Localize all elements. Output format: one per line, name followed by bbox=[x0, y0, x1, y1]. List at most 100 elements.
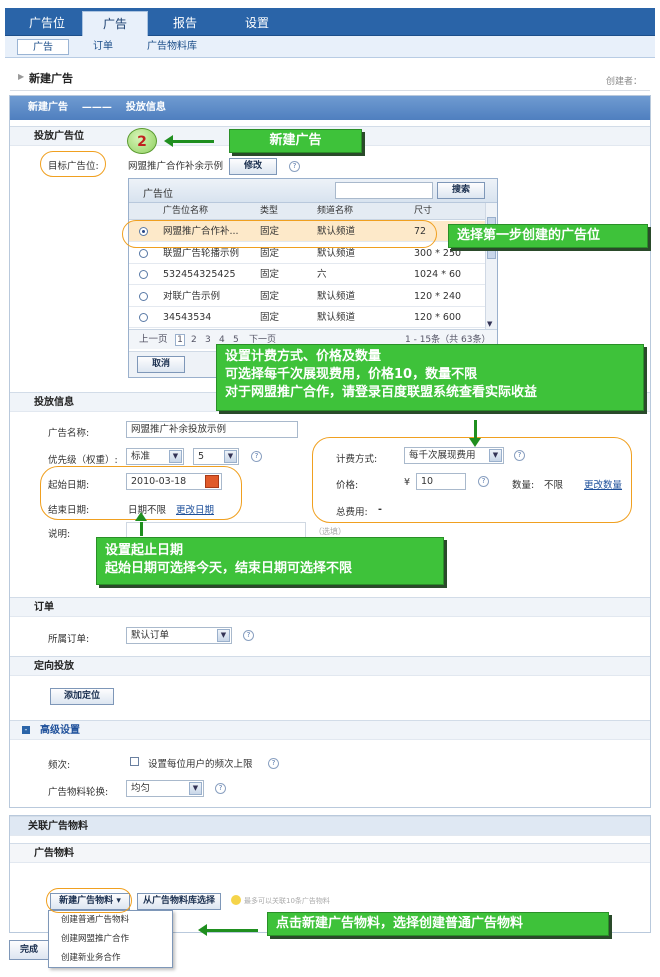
weight-select[interactable]: 5 ▼ bbox=[193, 448, 239, 465]
order-value: 默认订单 bbox=[131, 630, 170, 641]
row-radio[interactable] bbox=[139, 270, 148, 279]
menu-item-new-business[interactable]: 创建新业务合作 bbox=[49, 949, 172, 968]
grid-header: 广告位 搜索 bbox=[129, 179, 497, 203]
page-title: 新建广告 bbox=[29, 72, 73, 85]
row-radio[interactable] bbox=[139, 291, 148, 301]
modify-button[interactable]: 修改 bbox=[229, 158, 277, 175]
library-select-button[interactable]: 从广告物料库选择 bbox=[137, 893, 221, 910]
note-hint: （选填） bbox=[314, 527, 346, 536]
cell-name: 34543534 bbox=[163, 312, 212, 323]
cell-channel: 默认频道 bbox=[317, 290, 356, 302]
help-icon[interactable]: ? bbox=[268, 758, 279, 769]
callout-dates-line2: 起始日期可选择今天，结束日期可选择不限 bbox=[105, 561, 353, 576]
arrow-left-icon bbox=[164, 135, 214, 147]
sub-nav: 广告 订单 广告物料库 bbox=[5, 36, 655, 58]
collapse-icon[interactable]: - bbox=[22, 726, 30, 734]
rotation-value: 均匀 bbox=[131, 783, 151, 794]
grid-cancel-button[interactable]: 取消 bbox=[137, 356, 185, 373]
callout-material: 点击新建广告物料，选择创建普通广告物料 bbox=[267, 912, 609, 936]
pager-page-1[interactable]: 1 bbox=[175, 334, 185, 346]
note-label: 说明: bbox=[48, 529, 71, 540]
chevron-down-icon: ▼ bbox=[217, 629, 230, 642]
callout-pricing-line1: 设置计费方式、价格及数量 bbox=[225, 349, 382, 364]
arrow-up-icon bbox=[140, 522, 143, 536]
cell-channel: 六 bbox=[317, 269, 327, 280]
callout-dates-line1: 设置起止日期 bbox=[105, 543, 184, 558]
subnav-ads[interactable]: 广告 bbox=[17, 39, 69, 55]
cell-name: 对联广告示例 bbox=[163, 290, 221, 302]
title-divider bbox=[10, 90, 650, 91]
section-order: 订单 bbox=[10, 597, 650, 617]
section-material: 广告物料 bbox=[10, 843, 650, 863]
top-nav: 广告位 广告 报告 设置 bbox=[5, 8, 655, 36]
cell-size: 120 * 240 bbox=[414, 290, 462, 302]
pager-page-2[interactable]: 2 bbox=[191, 330, 197, 350]
arrow-up-head-icon bbox=[135, 512, 147, 521]
col-name: 广告位名称 bbox=[163, 206, 209, 216]
subnav-material-library[interactable]: 广告物料库 bbox=[137, 39, 207, 55]
arrow-left-icon bbox=[198, 924, 258, 936]
section-targeting: 定向投放 bbox=[10, 656, 650, 676]
chevron-down-icon: ▼ bbox=[224, 450, 237, 463]
callout-pricing-line2: 可选择每千次展现费用，价格10，数量不限 bbox=[225, 367, 478, 382]
annotation-oval bbox=[40, 151, 106, 177]
grid-scrollbar[interactable]: ▼ bbox=[485, 203, 497, 329]
table-row[interactable]: 532454325425 固定 六 1024 * 60 bbox=[129, 264, 485, 285]
step-bar: 新建广告 ——— 投放信息 bbox=[10, 96, 650, 120]
help-icon[interactable]: ? bbox=[289, 161, 300, 172]
pager-page-3[interactable]: 3 bbox=[205, 330, 211, 350]
annotation-oval bbox=[122, 220, 437, 248]
cell-channel: 默认频道 bbox=[317, 312, 356, 323]
grid-column-header: 广告位名称 类型 频道名称 尺寸 bbox=[129, 203, 485, 220]
priority-value: 标准 bbox=[131, 451, 151, 462]
priority-label: 优先级（权重）: bbox=[48, 455, 118, 466]
tab-placements[interactable]: 广告位 bbox=[17, 11, 77, 36]
help-icon[interactable]: ? bbox=[243, 630, 254, 641]
annotation-oval bbox=[46, 888, 132, 913]
rotation-select[interactable]: 均匀 ▼ bbox=[126, 780, 204, 797]
ad-name-label: 广告名称: bbox=[48, 428, 90, 439]
help-icon[interactable]: ? bbox=[251, 451, 262, 462]
cell-type: 固定 bbox=[260, 269, 280, 280]
col-channel: 频道名称 bbox=[317, 206, 354, 216]
ad-name-input[interactable]: 网盟推广补余投放示例 bbox=[126, 421, 298, 438]
pager-prev[interactable]: 上一页 bbox=[139, 330, 168, 350]
callout-pricing-line3: 对于网盟推广合作，请登录百度联盟系统查看实际收益 bbox=[225, 385, 538, 400]
add-targeting-button[interactable]: 添加定位 bbox=[50, 688, 114, 705]
material-bar: 关联广告物料 bbox=[10, 816, 650, 836]
annotation-oval bbox=[312, 437, 632, 523]
tab-reports[interactable]: 报告 bbox=[155, 11, 215, 36]
arrow-down-head-icon bbox=[469, 438, 481, 447]
weight-value: 5 bbox=[198, 451, 205, 462]
row-radio[interactable] bbox=[139, 313, 148, 322]
grid-search-button[interactable]: 搜索 bbox=[437, 182, 485, 199]
finish-button[interactable]: 完成 bbox=[9, 940, 49, 960]
subnav-orders[interactable]: 订单 bbox=[83, 39, 123, 55]
tab-ads[interactable]: 广告 bbox=[82, 11, 148, 36]
frequency-checkbox[interactable] bbox=[130, 757, 139, 766]
callout-new-ad: 新建广告 bbox=[229, 129, 362, 153]
col-size: 尺寸 bbox=[414, 206, 433, 216]
table-row[interactable]: 对联广告示例 固定 默认频道 120 * 240 bbox=[129, 286, 485, 307]
order-label: 所属订单: bbox=[48, 634, 90, 645]
scroll-down-icon[interactable]: ▼ bbox=[487, 320, 492, 328]
priority-select[interactable]: 标准 ▼ bbox=[126, 448, 184, 465]
col-type: 类型 bbox=[260, 206, 279, 216]
tab-settings[interactable]: 设置 bbox=[227, 11, 287, 36]
material-limit-hint: 最多可以关联10条广告物料 bbox=[244, 897, 330, 905]
menu-item-normal-material[interactable]: 创建普通广告物料 bbox=[49, 911, 172, 930]
frequency-checkbox-label: 设置每位用户的频次上限 bbox=[148, 759, 253, 770]
row-radio[interactable] bbox=[139, 248, 148, 258]
menu-item-union-material[interactable]: 创建网盟推广合作 bbox=[49, 930, 172, 949]
new-material-dropdown: 创建普通广告物料 创建网盟推广合作 创建新业务合作 bbox=[48, 910, 173, 968]
help-icon[interactable]: ? bbox=[215, 783, 226, 794]
cell-type: 固定 bbox=[260, 290, 280, 302]
callout-pricing: 设置计费方式、价格及数量 可选择每千次展现费用，价格10，数量不限 对于网盟推广… bbox=[216, 344, 644, 411]
table-row[interactable]: 34543534 固定 默认频道 120 * 600 bbox=[129, 307, 485, 328]
cell-type: 固定 bbox=[260, 312, 280, 323]
creator-label: 创建者： bbox=[605, 77, 642, 87]
section-advanced[interactable]: 高级设置 bbox=[10, 720, 650, 740]
order-select[interactable]: 默认订单 ▼ bbox=[126, 627, 232, 644]
title-arrow-icon: ▶ bbox=[18, 72, 25, 81]
grid-search-input[interactable] bbox=[335, 182, 433, 199]
